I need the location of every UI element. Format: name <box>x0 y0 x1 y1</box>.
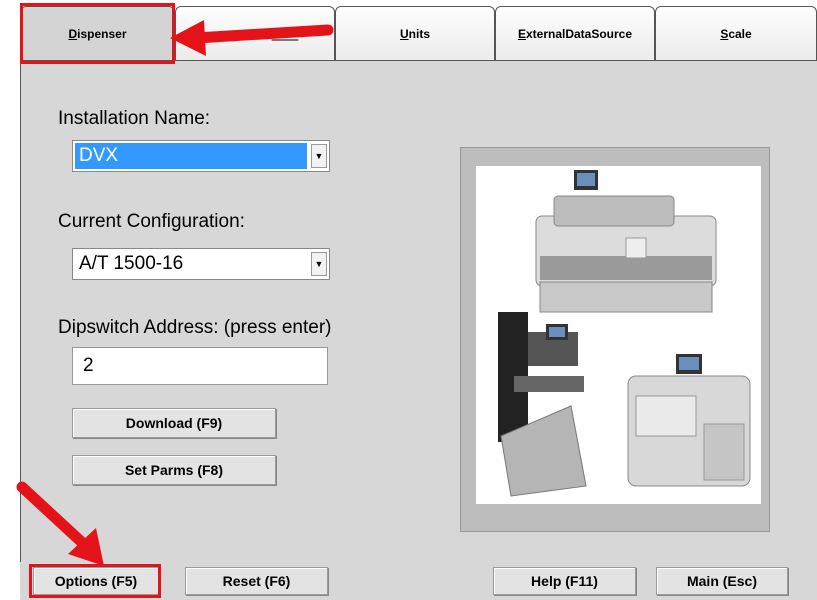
red-arrow-icon <box>16 481 104 566</box>
red-arrow-icon <box>170 20 334 56</box>
annotation-arrows <box>16 20 334 566</box>
